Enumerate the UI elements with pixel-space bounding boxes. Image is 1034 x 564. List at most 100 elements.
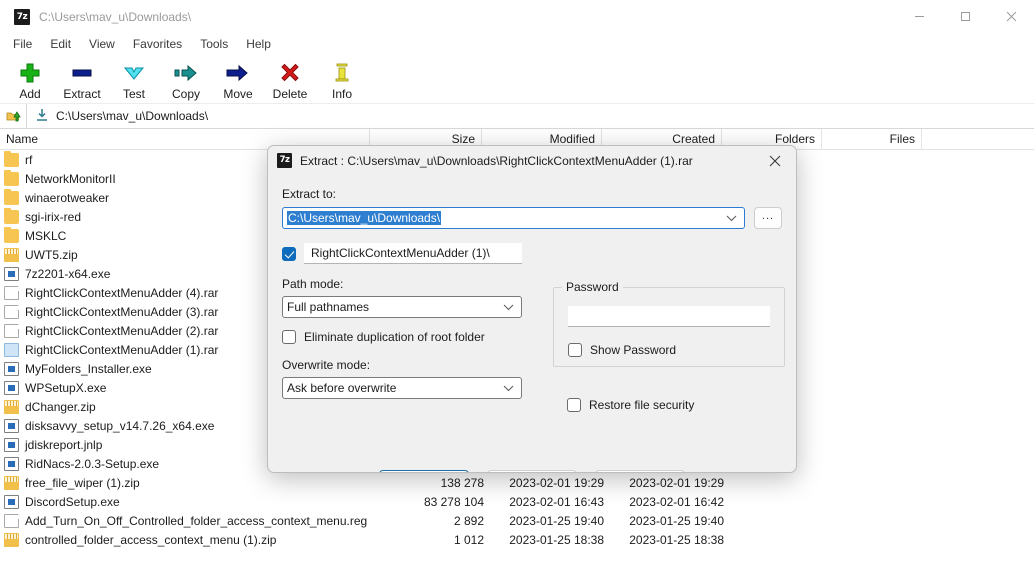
file-name-label: disksavvy_setup_v14.7.26_x64.exe — [25, 418, 215, 433]
file-name-cell: Add_Turn_On_Off_Controlled_folder_access… — [0, 513, 380, 528]
chevron-down-icon — [122, 60, 146, 86]
file-name-label: free_file_wiper (1).zip — [25, 475, 140, 490]
toolbar-test-label: Test — [122, 87, 145, 101]
path-mode-value: Full pathnames — [287, 300, 370, 314]
file-name-label: rf — [25, 152, 33, 167]
toolbar: Add Extract Test Copy Move Delete Info — [0, 54, 1034, 104]
menu-favorites[interactable]: Favorites — [124, 35, 191, 53]
file-name-label: sgi-irix-red — [25, 209, 82, 224]
file-name-label: MSKLC — [25, 228, 67, 243]
file-name-label: RidNacs-2.0.3-Setup.exe — [25, 456, 160, 471]
move-arrow-icon — [225, 60, 251, 86]
toolbar-info-button[interactable]: Info — [316, 58, 368, 101]
dialog-titlebar: 7z Extract : C:\Users\mav_u\Downloads\Ri… — [268, 146, 796, 175]
exe-icon — [4, 437, 19, 452]
table-row[interactable]: free_file_wiper (1).zip 138 278 2023-02-01… — [0, 473, 1034, 492]
file-name-label: WPSetupX.exe — [25, 380, 107, 395]
show-password-label: Show Password — [590, 343, 677, 357]
table-row[interactable]: controlled_folder_access_context_menu (1… — [0, 530, 1034, 549]
window-title: C:\Users\mav_u\Downloads\ — [39, 9, 192, 24]
file-name-label: RightClickContextMenuAdder (4).rar — [25, 285, 219, 300]
menu-edit[interactable]: Edit — [41, 35, 80, 53]
extract-to-label: Extract to: — [282, 187, 337, 201]
chevron-down-icon — [503, 300, 514, 314]
eliminate-duplication-label: Eliminate duplication of root folder — [304, 330, 485, 344]
eliminate-duplication-checkbox[interactable] — [282, 330, 296, 344]
maximize-icon[interactable] — [942, 0, 988, 33]
minimize-icon[interactable] — [896, 0, 942, 33]
info-icon — [331, 60, 353, 86]
dialog-body: Extract to: C:\Users\mav_u\Downloads\ ..… — [268, 187, 796, 472]
close-icon[interactable] — [988, 0, 1034, 33]
toolbar-copy-button[interactable]: Copy — [160, 58, 212, 101]
doc-selected-icon — [4, 342, 19, 357]
toolbar-add-label: Add — [19, 87, 41, 101]
doc-icon — [4, 323, 19, 338]
menu-help[interactable]: Help — [237, 35, 280, 53]
x-cross-icon — [279, 60, 301, 86]
toolbar-copy-label: Copy — [171, 87, 200, 101]
exe-icon — [4, 266, 19, 281]
help-button[interactable]: Help — [595, 470, 685, 472]
close-icon[interactable] — [754, 146, 796, 175]
7z-icon: 7z — [14, 8, 30, 25]
file-name-label: DiscordSetup.exe — [25, 494, 120, 509]
toolbar-add-button[interactable]: Add — [4, 58, 56, 101]
file-name-label: 7z2201-x64.exe — [25, 266, 111, 281]
subfolder-input[interactable]: RightClickContextMenuAdder (1)\ — [304, 243, 522, 264]
password-group-label: Password — [562, 280, 623, 294]
file-name-cell: DiscordSetup.exe — [0, 494, 380, 509]
up-folder-icon[interactable] — [0, 108, 26, 124]
folder-icon — [4, 188, 19, 205]
column-header-files[interactable]: Files — [822, 129, 922, 150]
menu-tools[interactable]: Tools — [191, 35, 237, 53]
address-input[interactable]: C:\Users\mav_u\Downloads\ — [26, 103, 1034, 129]
toolbar-info-label: Info — [331, 87, 352, 101]
restore-file-security-checkbox[interactable] — [567, 398, 581, 412]
file-size-cell: 1 012 — [453, 532, 484, 547]
minus-bar-icon — [70, 60, 94, 86]
file-modified-cell: 2023-02-01 19:29 — [509, 475, 604, 490]
cancel-button[interactable]: Cancel — [487, 470, 577, 472]
zip-icon — [4, 247, 19, 262]
extract-dialog: 7z Extract : C:\Users\mav_u\Downloads\Ri… — [267, 145, 797, 473]
overwrite-mode-combo[interactable]: Ask before overwrite — [282, 377, 522, 399]
file-name-cell: controlled_folder_access_context_menu (1… — [0, 532, 380, 547]
folder-icon — [4, 226, 19, 243]
extract-to-combo[interactable]: C:\Users\mav_u\Downloads\ — [282, 207, 745, 229]
subfolder-checkbox[interactable] — [282, 246, 296, 261]
file-name-label: RightClickContextMenuAdder (2).rar — [25, 323, 219, 338]
download-icon — [35, 108, 49, 125]
restore-file-security-label: Restore file security — [589, 398, 695, 412]
toolbar-extract-button[interactable]: Extract — [56, 58, 108, 101]
table-row[interactable]: DiscordSetup.exe 83 278 104 2023-02-01 16:… — [0, 492, 1034, 511]
menu-file[interactable]: File — [4, 35, 41, 53]
ok-button[interactable]: OK — [379, 470, 469, 472]
table-row[interactable]: Add_Turn_On_Off_Controlled_folder_access… — [0, 511, 1034, 530]
folder-icon — [4, 207, 19, 224]
password-input[interactable] — [568, 306, 770, 327]
browse-button[interactable]: ... — [754, 207, 782, 229]
toolbar-delete-button[interactable]: Delete — [264, 58, 316, 101]
folder-icon — [4, 169, 19, 186]
zip-icon — [4, 532, 19, 547]
extract-to-value: C:\Users\mav_u\Downloads\ — [287, 211, 442, 225]
file-name-label: RightClickContextMenuAdder (3).rar — [25, 304, 219, 319]
file-created-cell: 2023-02-01 16:42 — [629, 494, 724, 509]
path-mode-combo[interactable]: Full pathnames — [282, 296, 522, 318]
menu-view[interactable]: View — [80, 35, 124, 53]
exe-icon — [4, 456, 19, 471]
folder-icon — [4, 150, 19, 167]
toolbar-delete-label: Delete — [272, 87, 308, 101]
window-controls — [896, 0, 1034, 33]
copy-arrow-icon — [173, 60, 199, 86]
toolbar-test-button[interactable]: Test — [108, 58, 160, 101]
file-name-label: Add_Turn_On_Off_Controlled_folder_access… — [25, 513, 368, 528]
show-password-checkbox[interactable] — [568, 343, 582, 357]
file-name-label: MyFolders_Installer.exe — [25, 361, 152, 376]
plus-icon — [19, 60, 41, 86]
password-group: Password Show Password — [553, 280, 785, 367]
file-name-label: UWT5.zip — [25, 247, 78, 262]
toolbar-move-button[interactable]: Move — [212, 58, 264, 101]
menubar: File Edit View Favorites Tools Help — [0, 33, 1034, 54]
